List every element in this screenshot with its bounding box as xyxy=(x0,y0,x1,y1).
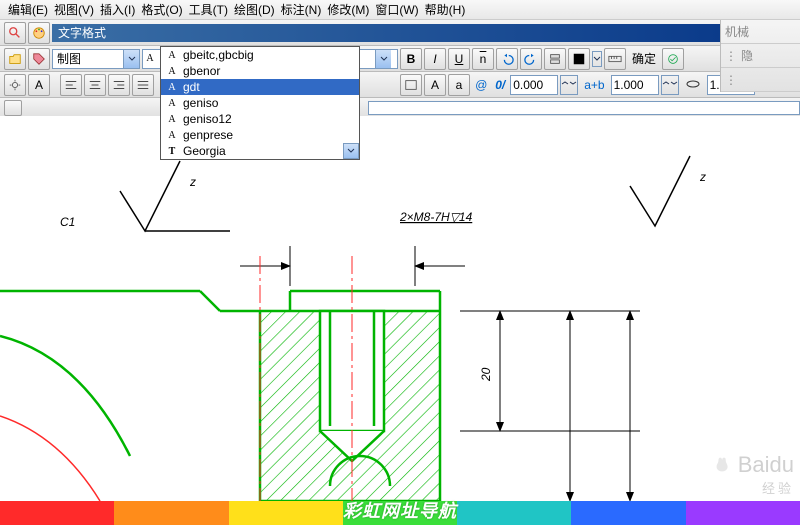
font-option[interactable]: Ageniso xyxy=(161,95,359,111)
italic-button[interactable]: I xyxy=(424,48,446,70)
layer-combo-value: 制图 xyxy=(53,50,123,67)
tag-icon[interactable] xyxy=(28,48,50,70)
text-format-titlebar: 文字格式 xyxy=(52,24,732,42)
align-center-icon[interactable] xyxy=(84,74,106,96)
text-a-icon[interactable]: A xyxy=(28,74,50,96)
undo-icon[interactable] xyxy=(496,48,518,70)
confirm-button[interactable]: 确定 xyxy=(628,50,660,67)
palette-icon[interactable] xyxy=(28,22,50,44)
grip-icon: ⋮ xyxy=(725,49,737,63)
font-option[interactable]: Agbeitc,gbcbig xyxy=(161,47,359,63)
settings-icon[interactable] xyxy=(4,74,26,96)
menu-insert[interactable]: 插入(I) xyxy=(98,0,137,20)
at-symbol[interactable]: @ xyxy=(472,78,490,92)
right-cell-1[interactable]: 机械 xyxy=(721,20,800,44)
options-icon[interactable] xyxy=(662,48,684,70)
underline-button[interactable]: U xyxy=(448,48,470,70)
menu-dimension[interactable]: 标注(N) xyxy=(279,0,324,20)
uppercase-icon[interactable]: A xyxy=(424,74,446,96)
truetype-icon: A xyxy=(143,53,157,65)
right-panel: 机械 ⋮ 隐 ⋮ xyxy=(720,20,800,92)
open-icon[interactable] xyxy=(4,48,26,70)
width-factor-input[interactable] xyxy=(611,75,659,95)
menu-modify[interactable]: 修改(M) xyxy=(325,0,371,20)
font-option[interactable]: Agenprese xyxy=(161,127,359,143)
fraction-symbol[interactable]: 0/ xyxy=(492,78,508,92)
insert-field-icon[interactable] xyxy=(400,74,422,96)
grip-icon: ⋮ xyxy=(725,73,737,87)
font-dropdown[interactable]: Agbeitc,gbcbig Agbenor Agdt Ageniso Agen… xyxy=(160,46,360,160)
toolbar-row-4 xyxy=(0,98,800,118)
menu-tools[interactable]: 工具(T) xyxy=(187,0,230,20)
search-icon[interactable] xyxy=(4,22,26,44)
chevron-down-icon[interactable] xyxy=(375,50,391,68)
menu-help[interactable]: 帮助(H) xyxy=(423,0,468,20)
watermark: Baidu 经验 xyxy=(712,452,794,497)
font-option[interactable]: Ageniso12 xyxy=(161,111,359,127)
dim-20: 20 xyxy=(479,367,493,382)
toolbar-row-3: A A a @ 0/ a+b xyxy=(0,72,800,98)
toolbar-row-2: 制图 A gbeitc,gbcbig 2.5 B I U n 确定 xyxy=(0,46,800,72)
lowercase-icon[interactable]: a xyxy=(448,74,470,96)
oblique-icon xyxy=(681,78,705,92)
label-c1: C1 xyxy=(60,215,75,229)
color-dropdown-arrow[interactable] xyxy=(592,51,602,67)
ruler-area xyxy=(368,101,800,115)
menu-draw[interactable]: 绘图(D) xyxy=(232,0,277,20)
stack-icon[interactable] xyxy=(544,48,566,70)
right-cell-3[interactable]: ⋮ xyxy=(721,68,800,92)
font-option[interactable]: Agbenor xyxy=(161,63,359,79)
menu-format[interactable]: 格式(O) xyxy=(139,0,184,20)
menu-view[interactable]: 视图(V) xyxy=(52,0,96,20)
ab-label: a+b xyxy=(580,78,608,92)
align-justify-icon[interactable] xyxy=(132,74,154,96)
menu-window[interactable]: 窗口(W) xyxy=(373,0,420,20)
redo-icon[interactable] xyxy=(520,48,542,70)
bold-button[interactable]: B xyxy=(400,48,422,70)
align-right-icon[interactable] xyxy=(108,74,130,96)
chevron-down-icon[interactable] xyxy=(123,50,139,68)
layer-combo[interactable]: 制图 xyxy=(52,49,140,69)
color-swatch[interactable] xyxy=(568,48,590,70)
thread-note: 2×M8-7H▽14 xyxy=(399,210,473,224)
handle-icon[interactable] xyxy=(4,100,22,116)
titlebar-label: 文字格式 xyxy=(58,24,106,41)
ruler-icon[interactable] xyxy=(604,48,626,70)
scroll-down-icon[interactable] xyxy=(343,143,359,159)
align-left-icon[interactable] xyxy=(60,74,82,96)
spinner-icon[interactable] xyxy=(661,75,679,95)
menu-edit[interactable]: 编辑(E) xyxy=(6,0,50,20)
tracking-input[interactable] xyxy=(510,75,558,95)
drawing-canvas: z C1 z 2×M8-7H▽14 xyxy=(0,116,800,525)
overline-button[interactable]: n xyxy=(472,48,494,70)
label-z: z xyxy=(189,175,196,189)
font-option-selected[interactable]: Agdt xyxy=(161,79,359,95)
right-cell-2[interactable]: ⋮ 隐 xyxy=(721,44,800,68)
footer-text: 彩虹网址导航 xyxy=(0,497,800,523)
spinner-icon[interactable] xyxy=(560,75,578,95)
label-z: z xyxy=(699,170,706,184)
menu-bar: 编辑(E) 视图(V) 插入(I) 格式(O) 工具(T) 绘图(D) 标注(N… xyxy=(0,0,800,20)
font-option[interactable]: TGeorgia xyxy=(161,143,359,159)
toolbar-row-1: 文字格式 xyxy=(0,20,800,46)
